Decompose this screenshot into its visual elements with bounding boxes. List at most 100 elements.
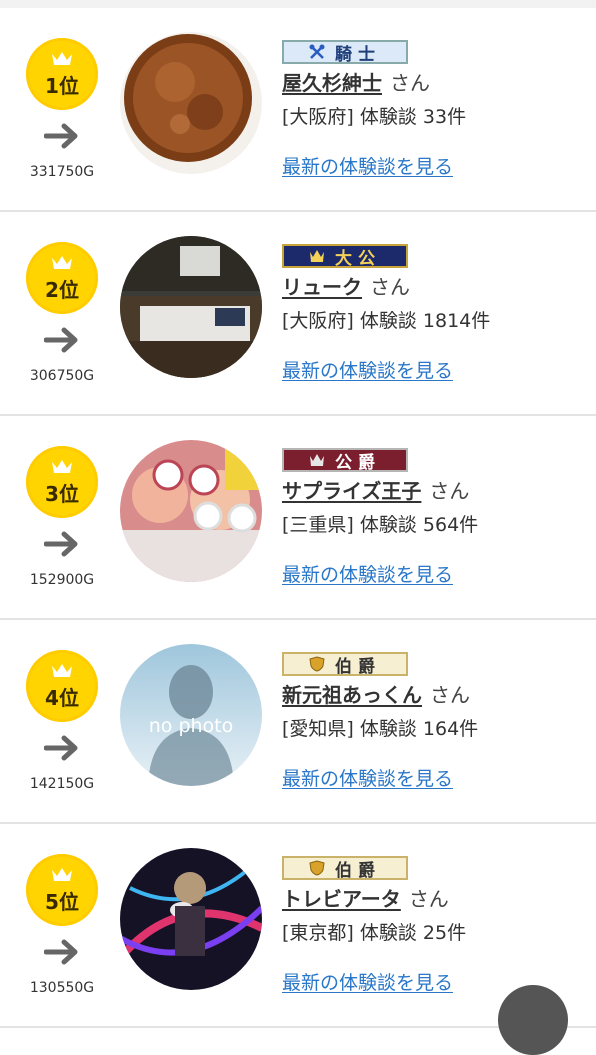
name-line: 屋久杉紳士 さん bbox=[282, 70, 582, 96]
user-info: 伯爵 トレビアータ さん [東京都] 体験談 25件 最新の体験談を見る bbox=[282, 856, 582, 995]
title-badge-text: 大公 bbox=[335, 248, 381, 269]
crown-icon bbox=[52, 868, 72, 881]
title-badge: 騎士 bbox=[282, 40, 408, 65]
review-count: 体験談 564件 bbox=[359, 514, 479, 536]
ranking-row: 4位 142150G no photo 伯爵 新元祖あっくん さん [愛知県] … bbox=[0, 620, 596, 824]
avatar[interactable] bbox=[120, 236, 262, 378]
user-name-link[interactable]: トレビアータ bbox=[282, 887, 401, 911]
ranking-row: 1位 331750G 騎士 屋久杉紳士 さん [大阪府] 体験談 33件 最新の… bbox=[0, 8, 596, 212]
points-value: 331750G bbox=[29, 164, 95, 180]
rank-label: 2位 bbox=[45, 278, 79, 302]
neon-photo-image bbox=[120, 848, 262, 990]
honorific: さん bbox=[390, 71, 430, 95]
title-badge: 伯爵 bbox=[282, 652, 408, 677]
arrow-right-icon bbox=[44, 735, 78, 761]
avatar[interactable]: no photo bbox=[120, 644, 262, 786]
arrow-right-icon bbox=[44, 123, 78, 149]
user-info: 騎士 屋久杉紳士 さん [大阪府] 体験談 33件 最新の体験談を見る bbox=[282, 40, 582, 179]
ranking-row: 2位 306750G 大公 リューク さん [大阪府] 体験談 1814件 最新… bbox=[0, 212, 596, 416]
prefecture: [愛知県] bbox=[282, 718, 354, 740]
name-line: 新元祖あっくん さん bbox=[282, 682, 582, 708]
arrow-right-icon bbox=[44, 531, 78, 557]
no-photo-text: no photo bbox=[149, 715, 234, 737]
rank-medal: 3位 bbox=[26, 446, 98, 518]
honorific: さん bbox=[429, 479, 470, 503]
user-info: 公爵 サプライズ王子 さん [三重県] 体験談 564件 最新の体験談を見る bbox=[282, 448, 582, 587]
name-line: トレビアータ さん bbox=[282, 886, 582, 912]
rank-column: 3位 152900G bbox=[0, 416, 124, 618]
title-badge: 公爵 bbox=[282, 448, 408, 473]
no-photo-image: no photo bbox=[120, 644, 262, 786]
prefecture: [大阪府] bbox=[282, 310, 354, 332]
crown-icon bbox=[52, 664, 72, 677]
crown-icon bbox=[310, 250, 324, 262]
stats-line: [東京都] 体験談 25件 bbox=[282, 920, 582, 946]
title-badge-text: 伯爵 bbox=[335, 860, 381, 881]
crown-icon bbox=[52, 256, 72, 269]
review-count: 体験談 1814件 bbox=[359, 310, 491, 332]
scroll-top-button[interactable] bbox=[498, 985, 568, 1055]
title-badge: 大公 bbox=[282, 244, 408, 269]
title-badge: 伯爵 bbox=[282, 856, 408, 881]
user-info: 大公 リューク さん [大阪府] 体験談 1814件 最新の体験談を見る bbox=[282, 244, 582, 383]
rank-column: 5位 130550G bbox=[0, 824, 124, 1026]
prefecture: [大阪府] bbox=[282, 106, 354, 128]
bedroom-image bbox=[120, 236, 262, 378]
wood-plate-image bbox=[120, 32, 262, 174]
prefecture: [三重県] bbox=[282, 514, 354, 536]
latest-reviews-link[interactable]: 最新の体験談を見る bbox=[282, 152, 582, 179]
points-value: 152900G bbox=[29, 572, 95, 588]
rank-label: 5位 bbox=[45, 890, 79, 914]
rank-column: 4位 142150G bbox=[0, 620, 124, 822]
crown-icon bbox=[52, 52, 72, 65]
points-value: 130550G bbox=[29, 980, 95, 996]
ranking-list: 1位 331750G 騎士 屋久杉紳士 さん [大阪府] 体験談 33件 最新の… bbox=[0, 8, 596, 1028]
rank-medal: 2位 bbox=[26, 242, 98, 314]
rank-medal: 1位 bbox=[26, 38, 98, 110]
title-badge-text: 騎士 bbox=[335, 44, 381, 65]
name-line: サプライズ王子 さん bbox=[282, 478, 582, 504]
stats-line: [大阪府] 体験談 33件 bbox=[282, 104, 582, 130]
arrow-right-icon bbox=[44, 939, 78, 965]
rank-medal: 5位 bbox=[26, 854, 98, 926]
review-count: 体験談 164件 bbox=[359, 718, 479, 740]
stats-line: [大阪府] 体験談 1814件 bbox=[282, 308, 582, 334]
avatar[interactable] bbox=[120, 32, 262, 174]
rank-label: 3位 bbox=[45, 482, 79, 506]
ranking-row: 3位 152900G 公爵 サプライズ王子 さん [三重県] 体験談 564件 … bbox=[0, 416, 596, 620]
latest-reviews-link[interactable]: 最新の体験談を見る bbox=[282, 764, 582, 791]
rank-label: 4位 bbox=[45, 686, 79, 710]
rank-column: 2位 306750G bbox=[0, 212, 124, 414]
name-line: リューク さん bbox=[282, 274, 582, 300]
honorific: さん bbox=[408, 887, 449, 911]
selfie-image bbox=[120, 440, 262, 582]
points-value: 142150G bbox=[29, 776, 95, 792]
review-count: 体験談 25件 bbox=[359, 922, 467, 944]
user-info: 伯爵 新元祖あっくん さん [愛知県] 体験談 164件 最新の体験談を見る bbox=[282, 652, 582, 791]
rank-column: 1位 331750G bbox=[0, 8, 124, 210]
crown-icon bbox=[310, 454, 324, 466]
user-name-link[interactable]: 屋久杉紳士 bbox=[282, 71, 382, 95]
prefecture: [東京都] bbox=[282, 922, 354, 944]
shield-icon bbox=[309, 656, 325, 672]
avatar[interactable] bbox=[120, 848, 262, 990]
crown-icon bbox=[52, 460, 72, 473]
honorific: さん bbox=[370, 275, 410, 299]
title-badge-text: 公爵 bbox=[335, 452, 381, 473]
stats-line: [三重県] 体験談 564件 bbox=[282, 512, 582, 538]
latest-reviews-link[interactable]: 最新の体験談を見る bbox=[282, 560, 582, 587]
latest-reviews-link[interactable]: 最新の体験談を見る bbox=[282, 356, 582, 383]
user-name-link[interactable]: サプライズ王子 bbox=[282, 479, 421, 503]
rank-medal: 4位 bbox=[26, 650, 98, 722]
shield-icon bbox=[309, 860, 325, 876]
arrow-right-icon bbox=[44, 327, 78, 353]
honorific: さん bbox=[430, 683, 470, 707]
stats-line: [愛知県] 体験談 164件 bbox=[282, 716, 582, 742]
user-name-link[interactable]: 新元祖あっくん bbox=[282, 683, 422, 707]
user-name-link[interactable]: リューク bbox=[282, 275, 362, 299]
top-strip bbox=[0, 0, 596, 8]
rank-label: 1位 bbox=[45, 74, 79, 98]
avatar[interactable] bbox=[120, 440, 262, 582]
title-badge-text: 伯爵 bbox=[335, 656, 381, 677]
crossed-axes-icon bbox=[309, 44, 325, 59]
